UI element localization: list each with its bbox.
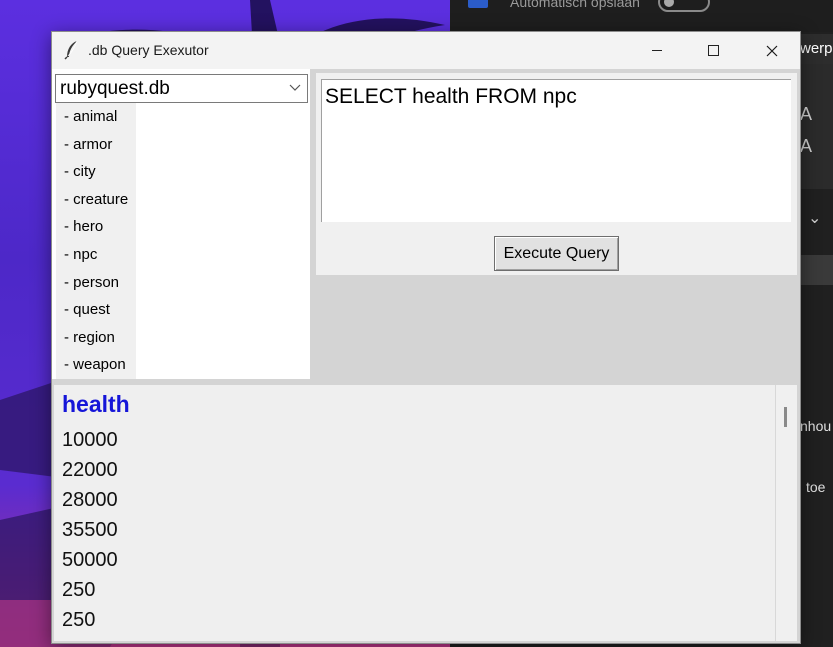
query-executor-window: .db Query Exexutor rubyquest.db - animal… (51, 31, 801, 644)
feather-icon (64, 40, 78, 60)
database-pane: rubyquest.db - animal - armor - city - c… (52, 69, 310, 379)
ribbon-panel (796, 64, 833, 189)
table-list-item[interactable]: - person (56, 269, 136, 297)
autosave-label: Automatisch opslaan (510, 0, 640, 10)
maximize-button[interactable] (685, 32, 742, 69)
ribbon-tab: werp (796, 34, 833, 64)
maximize-icon (708, 45, 719, 56)
result-rows: 10000 22000 28000 35500 50000 250 250 (62, 425, 118, 635)
table-list-item[interactable]: - creature (56, 186, 136, 214)
execute-query-button[interactable]: Execute Query (494, 236, 619, 271)
window-client-area: rubyquest.db - animal - armor - city - c… (52, 69, 800, 643)
table-list-item[interactable]: - animal (56, 103, 136, 131)
result-row: 28000 (62, 489, 118, 511)
background-side-text: nhou (800, 418, 832, 434)
result-column-header: health (62, 391, 130, 417)
background-titlebar (450, 0, 833, 32)
result-row: 35500 (62, 519, 118, 541)
titlebar: .db Query Exexutor (52, 32, 800, 69)
chevron-down-icon: ⌄ (808, 210, 822, 227)
minimize-button[interactable] (628, 32, 685, 69)
query-pane: SELECT health FROM npc Execute Query (316, 73, 797, 275)
background-strip (796, 255, 833, 285)
database-select-value: rubyquest.db (60, 78, 170, 99)
results-pane: health 10000 22000 28000 35500 50000 250… (54, 385, 797, 641)
table-list-item[interactable]: - npc (56, 241, 136, 269)
result-row: 250 (62, 579, 96, 601)
table-list-item[interactable]: - quest (56, 296, 136, 324)
database-select[interactable]: rubyquest.db (55, 74, 308, 103)
table-list-item[interactable]: - weapon (56, 351, 136, 379)
minimize-icon (651, 50, 662, 51)
result-row: 50000 (62, 549, 118, 571)
font-grow-icon: A (800, 136, 813, 156)
table-list-item[interactable]: - hero (56, 213, 136, 241)
window-title: .db Query Exexutor (88, 42, 209, 58)
result-row: 250 (62, 609, 96, 631)
autosave-toggle (658, 0, 710, 12)
table-list-item[interactable]: - city (56, 158, 136, 186)
query-input[interactable]: SELECT health FROM npc (321, 79, 791, 222)
result-row: 10000 (62, 429, 118, 451)
word-icon (468, 0, 488, 8)
close-button[interactable] (743, 32, 800, 69)
close-icon (766, 45, 777, 56)
font-style-icon: A (800, 104, 813, 124)
table-list-item[interactable]: - armor (56, 131, 136, 159)
result-row: 22000 (62, 459, 118, 481)
table-list-item[interactable]: - region (56, 324, 136, 352)
table-list: - animal - armor - city - creature - her… (56, 103, 136, 379)
background-side-text: toe (806, 479, 826, 495)
scrollbar-thumb[interactable] (784, 407, 787, 427)
results-scrollbar[interactable] (775, 385, 797, 641)
chevron-down-icon (289, 84, 301, 91)
